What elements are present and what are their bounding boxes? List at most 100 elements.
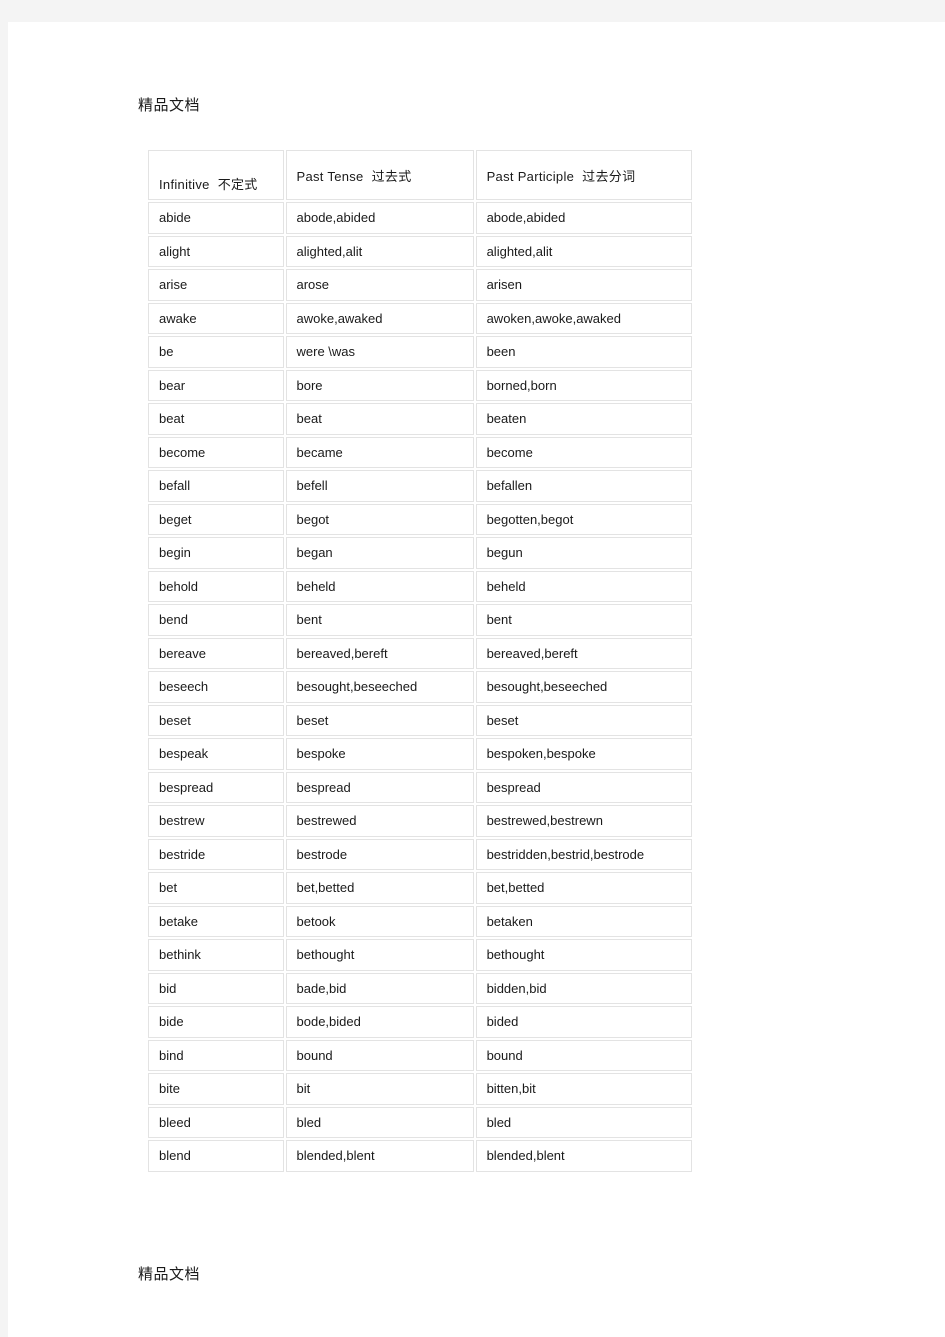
table-header-row: Infinitive 不定式 Past Tense 过去式 Past Partici… [148, 150, 692, 200]
table-row: betake betook betaken [148, 905, 692, 937]
cell-past-participle: besought,beseeched [475, 671, 692, 703]
cell-infinitive: bleed [148, 1106, 284, 1138]
table-row: become became become [148, 436, 692, 468]
column-header-infinitive-zh: 不定式 [217, 177, 258, 192]
cell-past-tense: bespread [285, 771, 474, 803]
cell-past-tense: bled [285, 1106, 474, 1138]
cell-past-participle: arisen [475, 269, 692, 301]
cell-past-tense: bound [285, 1039, 474, 1071]
cell-past-tense: beheld [285, 570, 474, 602]
table-row: bite bit bitten,bit [148, 1073, 692, 1105]
cell-past-tense: blended,blent [285, 1140, 474, 1172]
table-row: bestride bestrode bestridden,bestrid,bestr… [148, 838, 692, 870]
cell-past-tense: bestrode [285, 838, 474, 870]
cell-past-tense: befell [285, 470, 474, 502]
table-row: beset beset beset [148, 704, 692, 736]
cell-past-tense: bespoke [285, 738, 474, 770]
column-header-past-tense-zh: 过去式 [371, 168, 412, 184]
cell-past-tense: arose [285, 269, 474, 301]
cell-past-tense: bethought [285, 939, 474, 971]
cell-infinitive: beget [148, 503, 284, 535]
cell-infinitive: bereave [148, 637, 284, 669]
cell-past-participle: bled [475, 1106, 692, 1138]
cell-infinitive: become [148, 436, 284, 468]
table-row: be were \was been [148, 336, 692, 368]
cell-infinitive: bind [148, 1039, 284, 1071]
cell-infinitive: bid [148, 972, 284, 1004]
cell-past-participle: become [475, 436, 692, 468]
cell-past-participle: bidden,bid [475, 972, 692, 1004]
cell-infinitive: bear [148, 369, 284, 401]
cell-past-participle: bet,betted [475, 872, 692, 904]
cell-past-participle: borned,born [475, 369, 692, 401]
cell-infinitive: bestride [148, 838, 284, 870]
cell-infinitive: bend [148, 604, 284, 636]
cell-past-tense: besought,beseeched [285, 671, 474, 703]
cell-past-tense: became [285, 436, 474, 468]
cell-infinitive: abide [148, 202, 284, 234]
cell-past-participle: bound [475, 1039, 692, 1071]
cell-infinitive: alight [148, 235, 284, 267]
cell-past-participle: betaken [475, 905, 692, 937]
cell-past-tense: beat [285, 403, 474, 435]
cell-infinitive: bite [148, 1073, 284, 1105]
column-header-past-tense: Past Tense 过去式 [285, 150, 474, 200]
cell-past-participle: blended,blent [475, 1140, 692, 1172]
cell-infinitive: bespeak [148, 738, 284, 770]
cell-past-tense: betook [285, 905, 474, 937]
column-header-infinitive: Infinitive 不定式 [148, 150, 284, 200]
cell-past-tense: beset [285, 704, 474, 736]
cell-infinitive: bethink [148, 939, 284, 971]
table-row: bend bent bent [148, 604, 692, 636]
table-row: bear bore borned,born [148, 369, 692, 401]
cell-past-participle: beheld [475, 570, 692, 602]
cell-past-participle: bent [475, 604, 692, 636]
watermark-bottom: 精品文档 [138, 1266, 201, 1283]
cell-past-tense: alighted,alit [285, 235, 474, 267]
cell-past-tense: bit [285, 1073, 474, 1105]
cell-past-participle: awoken,awoke,awaked [475, 302, 692, 334]
cell-past-participle: bespread [475, 771, 692, 803]
document-page: 精品文档 Infinitive 不定式 Past Tense 过去式 Past Pa… [8, 22, 945, 1337]
cell-past-tense: bade,bid [285, 972, 474, 1004]
table-row: beat beat beaten [148, 403, 692, 435]
table-row: behold beheld beheld [148, 570, 692, 602]
table-row: alight alighted,alit alighted,alit [148, 235, 692, 267]
cell-past-participle: bestrewed,bestrewn [475, 805, 692, 837]
cell-past-tense: began [285, 537, 474, 569]
cell-infinitive: betake [148, 905, 284, 937]
cell-infinitive: begin [148, 537, 284, 569]
cell-past-participle: been [475, 336, 692, 368]
cell-past-participle: abode,abided [475, 202, 692, 234]
cell-past-participle: begotten,begot [475, 503, 692, 535]
table-row: arise arose arisen [148, 269, 692, 301]
cell-infinitive: beseech [148, 671, 284, 703]
table-row: bespeak bespoke bespoken,bespoke [148, 738, 692, 770]
cell-past-tense: bestrewed [285, 805, 474, 837]
cell-past-participle: befallen [475, 470, 692, 502]
cell-past-tense: were \was [285, 336, 474, 368]
table-row: beget begot begotten,begot [148, 503, 692, 535]
cell-past-tense: abode,abided [285, 202, 474, 234]
cell-infinitive: bet [148, 872, 284, 904]
table-row: bespread bespread bespread [148, 771, 692, 803]
cell-past-tense: bet,betted [285, 872, 474, 904]
table-row: bestrew bestrewed bestrewed,bestrewn [148, 805, 692, 837]
cell-past-participle: beset [475, 704, 692, 736]
table-row: beseech besought,beseeched besought,beseec… [148, 671, 692, 703]
cell-infinitive: befall [148, 470, 284, 502]
irregular-verbs-table: Infinitive 不定式 Past Tense 过去式 Past Partici… [146, 148, 694, 1174]
cell-past-participle: bitten,bit [475, 1073, 692, 1105]
cell-past-participle: begun [475, 537, 692, 569]
table-row: bide bode,bided bided [148, 1006, 692, 1038]
column-header-infinitive-en: Infinitive [159, 177, 210, 192]
cell-infinitive: awake [148, 302, 284, 334]
table-row: bleed bled bled [148, 1106, 692, 1138]
column-header-past-participle-zh: 过去分词 [582, 168, 636, 184]
table-row: blend blended,blent blended,blent [148, 1140, 692, 1172]
cell-past-participle: bided [475, 1006, 692, 1038]
table-row: awake awoke,awaked awoken,awoke,awaked [148, 302, 692, 334]
watermark-top: 精品文档 [138, 97, 201, 114]
cell-infinitive: beset [148, 704, 284, 736]
table-row: befall befell befallen [148, 470, 692, 502]
